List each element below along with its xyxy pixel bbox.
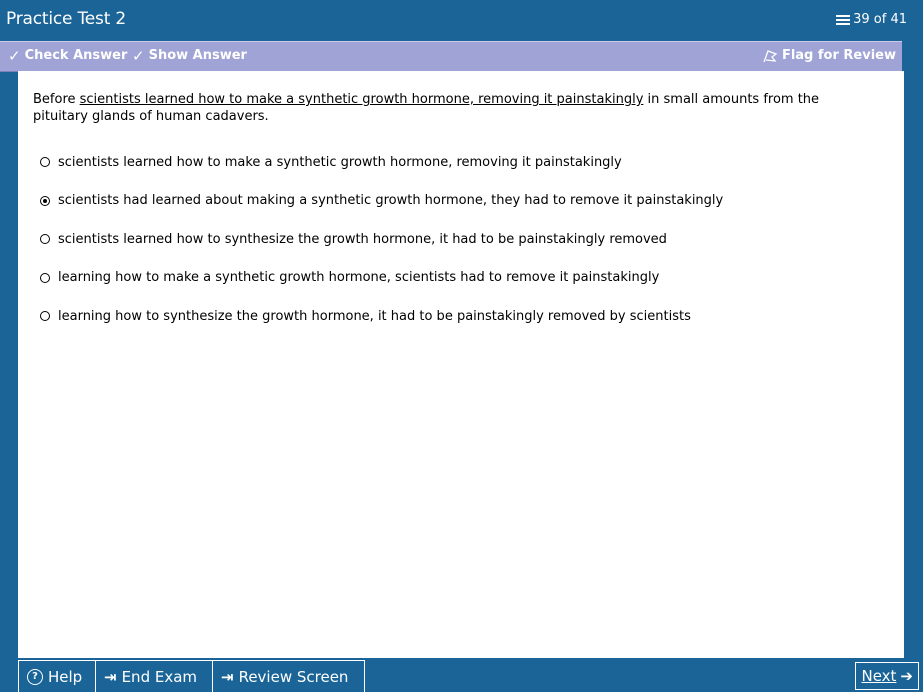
help-button[interactable]: ? Help <box>18 660 96 692</box>
window-title: Practice Test 2 <box>6 9 127 29</box>
review-screen-button[interactable]: ⇥ Review Screen <box>212 660 365 692</box>
answer-option-label: scientists learned how to make a synthet… <box>58 154 622 170</box>
answer-options: scientists learned how to make a synthet… <box>40 143 890 336</box>
answer-option-label: learning how to make a synthetic growth … <box>58 270 660 286</box>
end-exam-label: End Exam <box>121 667 198 686</box>
end-exam-icon: ⇥ <box>104 667 117 686</box>
next-label: Next <box>861 667 897 685</box>
help-label: Help <box>48 667 83 686</box>
show-answer-button[interactable]: ✓ Show Answer <box>132 48 247 63</box>
arrow-right-icon: ➔ <box>900 667 913 685</box>
question-text-before: Before <box>33 92 80 107</box>
answer-option-d[interactable]: learning how to make a synthetic growth … <box>40 259 890 298</box>
flag-for-review-button[interactable]: Flag for Review <box>762 48 896 63</box>
answer-option-label: scientists had learned about making a sy… <box>58 193 724 209</box>
toolbar: ✓ Check Answer ✓ Show Answer Flag for Re… <box>0 41 902 72</box>
answer-option-c[interactable]: scientists learned how to synthesize the… <box>40 220 890 259</box>
flag-for-review-label: Flag for Review <box>781 48 896 63</box>
list-icon <box>836 14 851 25</box>
answer-option-label: learning how to synthesize the growth ho… <box>58 308 691 324</box>
exam-window: Practice Test 2 39 of 41 ✓ Check Answer … <box>0 0 923 692</box>
radio-button-e[interactable] <box>40 311 50 322</box>
next-button[interactable]: Next ➔ <box>855 662 919 690</box>
check-answer-icon: ✓ <box>8 46 21 65</box>
bottom-bar: ? Help ⇥ End Exam ⇥ Review Screen Next ➔ <box>0 658 923 692</box>
check-answer-label: Check Answer <box>24 48 128 63</box>
check-answer-button[interactable]: ✓ Check Answer <box>8 48 127 63</box>
end-exam-button[interactable]: ⇥ End Exam <box>95 660 213 692</box>
review-screen-label: Review Screen <box>238 667 349 686</box>
radio-button-a[interactable] <box>40 157 50 168</box>
question-counter: 39 of 41 <box>836 12 907 27</box>
flag-icon <box>763 49 778 62</box>
show-answer-label: Show Answer <box>148 48 247 63</box>
question-stem: Before scientists learned how to make a … <box>33 91 873 125</box>
radio-button-d[interactable] <box>40 272 50 283</box>
show-answer-icon: ✓ <box>132 46 145 65</box>
answer-option-a[interactable]: scientists learned how to make a synthet… <box>40 143 890 182</box>
answer-option-b[interactable]: scientists had learned about making a sy… <box>40 182 890 221</box>
help-circle-icon: ? <box>27 668 43 685</box>
title-bar: Practice Test 2 39 of 41 <box>0 0 923 40</box>
answer-option-label: scientists learned how to synthesize the… <box>58 231 667 247</box>
review-arrow-icon: ⇥ <box>221 667 234 686</box>
question-underlined-text: scientists learned how to make a synthet… <box>79 92 644 107</box>
question-counter-text: 39 of 41 <box>853 12 907 27</box>
answer-option-e[interactable]: learning how to synthesize the growth ho… <box>40 297 890 336</box>
question-panel: Before scientists learned how to make a … <box>18 71 904 658</box>
radio-button-b[interactable] <box>40 195 50 206</box>
radio-button-c[interactable] <box>40 234 50 245</box>
